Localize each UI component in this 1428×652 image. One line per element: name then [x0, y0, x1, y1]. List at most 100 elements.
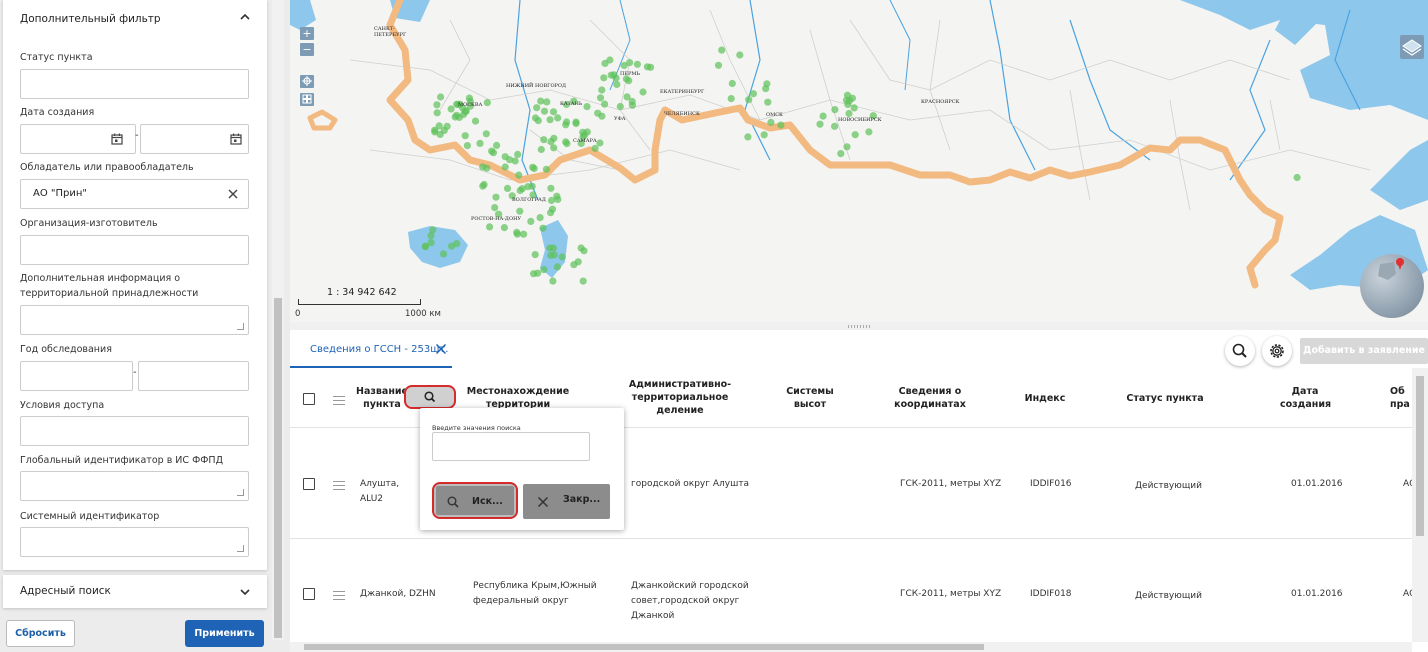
- map-point-marker[interactable]: [744, 133, 752, 141]
- map-point-marker[interactable]: [540, 136, 548, 144]
- map-point-marker[interactable]: [607, 71, 615, 79]
- map-point-marker[interactable]: [513, 230, 521, 238]
- map-point-marker[interactable]: [476, 139, 484, 147]
- select-all-checkbox[interactable]: [303, 393, 315, 405]
- map-point-marker[interactable]: [596, 139, 604, 147]
- settings-button[interactable]: [1262, 336, 1292, 366]
- chevron-down-icon[interactable]: [240, 587, 250, 597]
- map-point-marker[interactable]: [547, 196, 556, 205]
- map-point-marker[interactable]: [819, 112, 827, 120]
- extent-button[interactable]: [300, 93, 314, 106]
- map-point-marker[interactable]: [531, 114, 540, 122]
- map-point-marker[interactable]: [493, 141, 501, 149]
- column-header-name[interactable]: Название пункта: [352, 385, 412, 411]
- map-point-marker[interactable]: [492, 193, 500, 201]
- map-point-marker[interactable]: [448, 242, 456, 250]
- map-point-marker[interactable]: [549, 277, 557, 285]
- map-point-marker[interactable]: [558, 253, 566, 261]
- map-point-marker[interactable]: [534, 269, 542, 277]
- map-point-marker[interactable]: [620, 61, 628, 70]
- map-point-marker[interactable]: [543, 98, 551, 106]
- map-point-marker[interactable]: [843, 143, 851, 151]
- owner-input[interactable]: АО "Прин": [20, 179, 249, 209]
- map-point-marker[interactable]: [749, 90, 757, 98]
- apply-button[interactable]: Применить: [185, 620, 264, 647]
- map-point-marker[interactable]: [547, 251, 555, 259]
- map-point-marker[interactable]: [718, 46, 726, 54]
- map-point-marker[interactable]: [531, 251, 539, 259]
- map-point-marker[interactable]: [574, 258, 582, 266]
- zoom-in-button[interactable]: +: [300, 27, 314, 40]
- map-point-marker[interactable]: [633, 60, 641, 68]
- clear-icon[interactable]: [226, 187, 240, 201]
- map-point-marker[interactable]: [865, 128, 873, 136]
- column-header-status[interactable]: Статус пункта: [1120, 392, 1210, 405]
- map-point-marker[interactable]: [727, 95, 735, 103]
- column-header-admin[interactable]: Административно-территориальное деление: [620, 378, 740, 417]
- map-point-marker[interactable]: [536, 214, 544, 222]
- map-point-marker[interactable]: [579, 277, 587, 285]
- map-point-marker[interactable]: [527, 217, 535, 225]
- map-point-marker[interactable]: [777, 121, 785, 129]
- map-point-marker[interactable]: [503, 184, 512, 192]
- chevron-up-icon[interactable]: [240, 12, 250, 22]
- map-point-marker[interactable]: [563, 140, 571, 148]
- map-point-marker[interactable]: [447, 105, 455, 113]
- close-icon[interactable]: [435, 343, 447, 355]
- map-point-marker[interactable]: [537, 97, 545, 105]
- column-header-heights[interactable]: Системы высот: [778, 385, 842, 411]
- map-point-marker[interactable]: [431, 128, 439, 136]
- extra-info-textarea[interactable]: [20, 305, 249, 335]
- map-point-marker[interactable]: [491, 204, 499, 212]
- vertical-scrollbar[interactable]: [1412, 368, 1428, 642]
- survey-year-to-input[interactable]: [138, 361, 249, 391]
- map-point-marker[interactable]: [483, 99, 491, 107]
- map-view[interactable]: + − 1 : 34 942 642 0 1000 км САНКТ-ПЕТЕР…: [290, 0, 1428, 322]
- map-point-marker[interactable]: [524, 183, 532, 191]
- globe-overview[interactable]: [1360, 254, 1424, 318]
- map-point-marker[interactable]: [520, 230, 528, 238]
- access-input[interactable]: [20, 416, 249, 446]
- map-point-marker[interactable]: [616, 102, 624, 111]
- map-point-marker[interactable]: [439, 250, 448, 258]
- map-point-marker[interactable]: [767, 118, 775, 126]
- menu-icon[interactable]: [333, 396, 345, 405]
- map-point-marker[interactable]: [549, 108, 558, 116]
- map-point-marker[interactable]: [463, 142, 471, 150]
- map-point-marker[interactable]: [714, 61, 723, 69]
- map-point-marker[interactable]: [600, 74, 608, 82]
- map-point-marker[interactable]: [553, 263, 561, 271]
- map-point-marker[interactable]: [583, 103, 591, 111]
- row-menu-icon[interactable]: [333, 481, 345, 490]
- map-point-marker[interactable]: [577, 244, 585, 252]
- search-value-input[interactable]: [432, 432, 590, 461]
- map-point-marker[interactable]: [540, 107, 549, 115]
- map-point-marker[interactable]: [850, 104, 858, 112]
- table-row[interactable]: Джанкой, DZHN Республика Крым,Южный феде…: [290, 540, 1415, 650]
- vertical-scrollbar-thumb[interactable]: [1416, 376, 1424, 536]
- map-point-marker[interactable]: [736, 51, 744, 59]
- map-point-marker[interactable]: [623, 93, 631, 101]
- zoom-out-button[interactable]: −: [300, 43, 314, 56]
- map-point-marker[interactable]: [421, 242, 429, 250]
- search-button[interactable]: [1225, 336, 1255, 366]
- left-scrollbar[interactable]: [272, 0, 284, 640]
- column-header-coords[interactable]: Сведения о координатах: [890, 385, 970, 411]
- map-point-marker[interactable]: [596, 94, 605, 102]
- map-point-marker[interactable]: [516, 207, 524, 215]
- map-point-marker[interactable]: [760, 131, 768, 139]
- address-search-card[interactable]: Адресный поиск: [3, 575, 267, 608]
- map-point-marker[interactable]: [516, 186, 524, 195]
- map-point-marker[interactable]: [843, 91, 852, 99]
- map-point-marker[interactable]: [547, 137, 555, 146]
- horizontal-scrollbar[interactable]: [290, 642, 1412, 652]
- locate-button[interactable]: [300, 75, 314, 88]
- tab-gssn[interactable]: Сведения о ГССН - 253шт.: [290, 330, 452, 368]
- map-point-marker[interactable]: [433, 109, 441, 117]
- map-point-marker[interactable]: [500, 224, 508, 232]
- map-point-marker[interactable]: [433, 101, 441, 109]
- map-point-marker[interactable]: [831, 106, 839, 114]
- map-point-marker[interactable]: [643, 63, 651, 71]
- calendar-icon[interactable]: [111, 133, 123, 145]
- created-to-input[interactable]: [140, 124, 249, 154]
